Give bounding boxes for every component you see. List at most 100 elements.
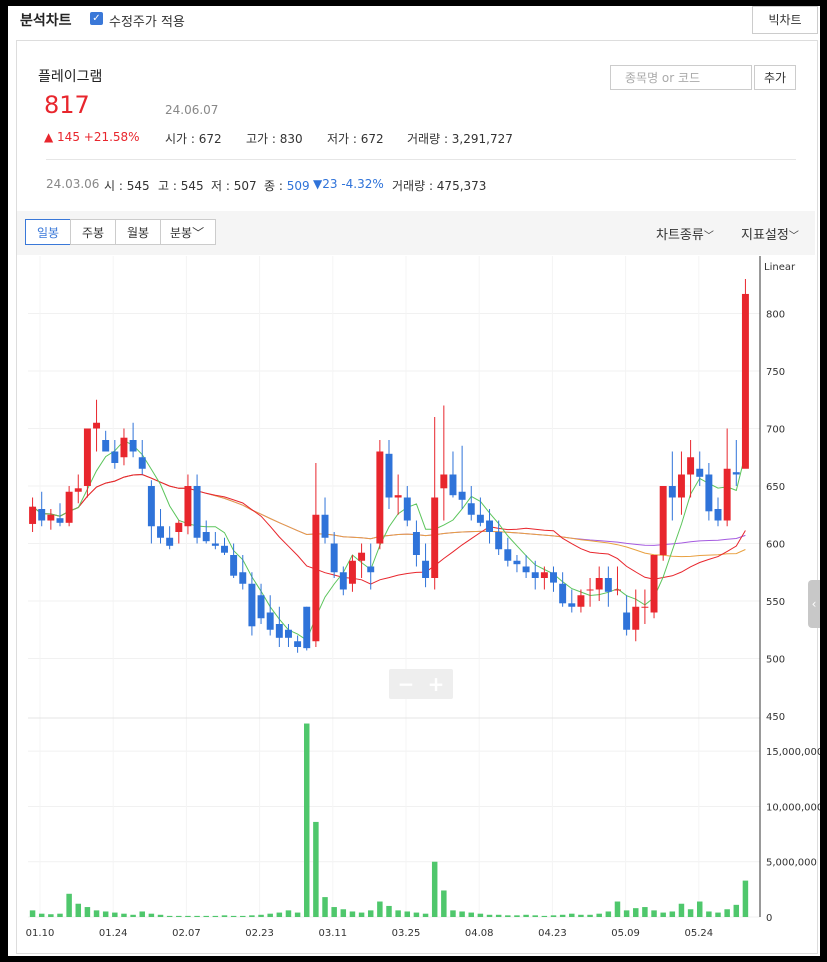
candle-body <box>650 555 658 613</box>
volume-bar <box>569 913 575 917</box>
price-tick-label: 750 <box>766 367 785 378</box>
candle-body <box>696 468 704 477</box>
stock-chart[interactable]: Linear 450 500 550 600 650 700 750 800 0 5,000,000… <box>8 6 820 956</box>
date-tick-label: 03.11 <box>318 928 347 939</box>
volume-bar <box>93 910 100 917</box>
volume-bar <box>633 908 639 917</box>
candle-body <box>83 428 91 486</box>
candle-body <box>56 518 64 523</box>
price-tick-label: 600 <box>766 540 785 551</box>
date-tick-label: 05.09 <box>611 928 640 939</box>
volume-bar <box>696 901 703 917</box>
candle-body <box>394 495 402 498</box>
candle-body <box>623 612 631 630</box>
candle-body <box>467 503 475 515</box>
date-tick-label: 04.08 <box>465 928 494 939</box>
candle-body <box>138 457 146 469</box>
candle-body <box>495 532 503 550</box>
volume-bar <box>459 911 465 917</box>
volume-bar <box>541 915 548 917</box>
candle-body <box>449 474 457 496</box>
volume-bar <box>148 913 155 917</box>
volume-bar <box>450 910 456 917</box>
candle-body <box>193 486 201 538</box>
volume-bar <box>486 914 493 917</box>
volume-bar <box>258 914 264 917</box>
candle-body <box>540 572 548 578</box>
zoom-in-button[interactable]: + <box>421 671 451 697</box>
volume-bar <box>724 909 730 917</box>
candle-body <box>339 572 347 590</box>
candle-body <box>476 514 484 523</box>
volume-bar <box>267 913 273 917</box>
volume-bar <box>431 861 438 917</box>
candle-body <box>38 509 46 521</box>
volume-bar <box>230 915 237 917</box>
candle-body <box>723 468 731 521</box>
candle-body <box>431 497 439 578</box>
candle-body <box>687 457 695 475</box>
volume-bar <box>386 905 392 917</box>
volume-bar <box>523 914 529 917</box>
volume-bar <box>678 903 685 917</box>
candle-body <box>513 560 521 565</box>
candle-body <box>668 486 676 498</box>
zoom-control: − + <box>389 669 453 699</box>
price-tick-label: 450 <box>766 712 785 723</box>
volume-bar <box>349 911 356 917</box>
candle-body <box>504 549 512 561</box>
volume-bar <box>495 914 502 917</box>
volume-bar <box>505 915 511 917</box>
volume-bar <box>29 910 36 917</box>
candle-body <box>604 578 612 592</box>
candle-body <box>266 612 274 630</box>
candle-body <box>367 566 375 573</box>
volume-bar <box>75 903 82 917</box>
volume-bar <box>157 914 164 917</box>
candle-body <box>239 572 247 584</box>
volume-bar <box>340 909 347 917</box>
volume-bar <box>468 912 474 917</box>
chart-window: 분석차트 ✓ 수정주가 적용 빅차트 플레이그램 817 24.06.07 ▲ … <box>8 6 820 956</box>
volume-bar <box>614 901 621 917</box>
volume-bar <box>623 910 630 917</box>
candle-body <box>248 583 256 627</box>
candle-body <box>29 506 37 524</box>
candle-body <box>403 497 411 521</box>
date-tick-label: 01.10 <box>26 928 55 939</box>
candle-body <box>632 606 640 630</box>
volume-bar <box>660 912 666 917</box>
candle-body <box>705 474 713 512</box>
candle-body <box>65 491 73 523</box>
candle-body <box>440 474 448 489</box>
candle-body <box>659 486 667 555</box>
candle-body <box>741 293 749 469</box>
volume-bar <box>404 911 411 917</box>
volume-bar <box>203 915 209 917</box>
side-panel-handle[interactable]: ‹ <box>808 580 820 628</box>
volume-bar <box>313 821 319 917</box>
candle-body <box>412 532 420 555</box>
candle-body <box>147 486 155 527</box>
candle-body <box>294 641 302 647</box>
price-tick-label: 800 <box>766 310 785 321</box>
zoom-out-button[interactable]: − <box>391 671 421 697</box>
volume-bar <box>304 723 310 917</box>
candle-body <box>93 422 101 429</box>
volume-bar <box>578 914 584 917</box>
candle-body <box>230 555 238 576</box>
volume-bar <box>413 912 420 917</box>
candle-body <box>321 514 329 538</box>
volume-bar <box>294 912 301 917</box>
volume-bar <box>221 915 228 917</box>
candle-body <box>641 606 649 608</box>
volume-bar <box>84 907 91 917</box>
volume-bar <box>651 910 657 917</box>
candle-body <box>677 474 685 498</box>
volume-bar <box>185 915 191 917</box>
candle-body <box>732 472 740 475</box>
candle-body <box>157 526 164 538</box>
volume-bar <box>587 914 593 917</box>
volume-bar <box>331 907 337 917</box>
candle-body <box>568 603 576 607</box>
